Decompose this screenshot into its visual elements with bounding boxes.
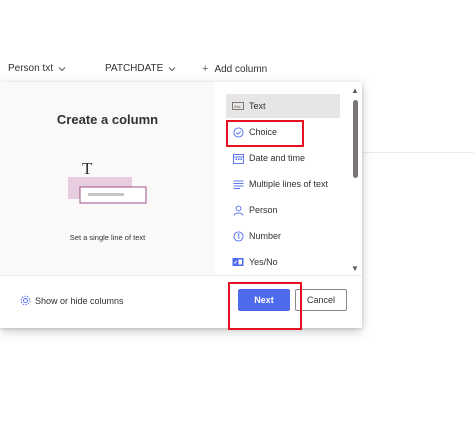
dialog-caption: Set a single line of text: [69, 233, 146, 242]
dialog-title: Create a column: [56, 112, 159, 127]
column-type-number[interactable]: Number: [226, 224, 340, 248]
calendar-icon: [232, 152, 244, 164]
create-column-dialog: Create a column T Set a single line of t…: [0, 82, 362, 328]
scroll-down-arrow-icon[interactable]: ▼: [351, 264, 359, 274]
person-icon: [232, 204, 244, 216]
column-type-date-and-time[interactable]: Date and time: [226, 146, 340, 170]
show-hide-columns-link[interactable]: Show or hide columns: [20, 295, 124, 306]
text-field-icon: Abc: [232, 100, 244, 112]
column-header-bar: Person txt PATCHDATE + Add column: [0, 56, 474, 80]
column-type-label: Yes/No: [249, 257, 278, 267]
row-divider: [360, 152, 474, 153]
choice-highlight-box: [226, 120, 304, 147]
number-icon: [232, 230, 244, 242]
column-type-label: Number: [249, 231, 282, 241]
preview-pane: Create a column T Set a single line of t…: [0, 82, 215, 275]
column-header-patchdate[interactable]: PATCHDATE: [105, 63, 177, 74]
illustration-glyph: T: [82, 159, 93, 178]
column-type-scrollbar[interactable]: ▲ ▼: [350, 86, 360, 274]
dialog-footer-divider: [0, 275, 362, 276]
column-header-person-txt[interactable]: Person txt: [8, 63, 67, 74]
svg-text:Abc: Abc: [234, 104, 241, 109]
column-type-label: Text: [249, 101, 266, 111]
scrollbar-thumb[interactable]: [353, 100, 358, 178]
column-header-label: Person txt: [8, 63, 54, 74]
chevron-down-icon: [58, 66, 66, 71]
chevron-down-icon: [168, 66, 176, 71]
add-column-button[interactable]: + Add column: [202, 63, 267, 75]
next-highlight-box: [228, 282, 302, 330]
multiline-text-icon: [232, 178, 244, 190]
yes-no-toggle-icon: [232, 256, 244, 268]
gear-icon: [20, 295, 31, 306]
column-type-text[interactable]: Abc Text: [226, 94, 340, 118]
column-type-label: Multiple lines of text: [249, 179, 329, 189]
column-type-person[interactable]: Person: [226, 198, 340, 222]
column-type-multiple-lines[interactable]: Multiple lines of text: [226, 172, 340, 196]
cancel-button[interactable]: Cancel: [295, 289, 347, 311]
column-type-yes-no[interactable]: Yes/No: [226, 250, 340, 274]
add-column-label: Add column: [214, 63, 268, 75]
column-type-label: Date and time: [249, 153, 306, 163]
plus-icon: +: [202, 63, 209, 75]
text-column-illustration: T: [68, 159, 147, 204]
show-hide-columns-label: Show or hide columns: [35, 295, 124, 306]
scroll-up-arrow-icon[interactable]: ▲: [351, 86, 359, 96]
column-type-label: Person: [249, 205, 278, 215]
column-header-label: PATCHDATE: [105, 63, 164, 74]
